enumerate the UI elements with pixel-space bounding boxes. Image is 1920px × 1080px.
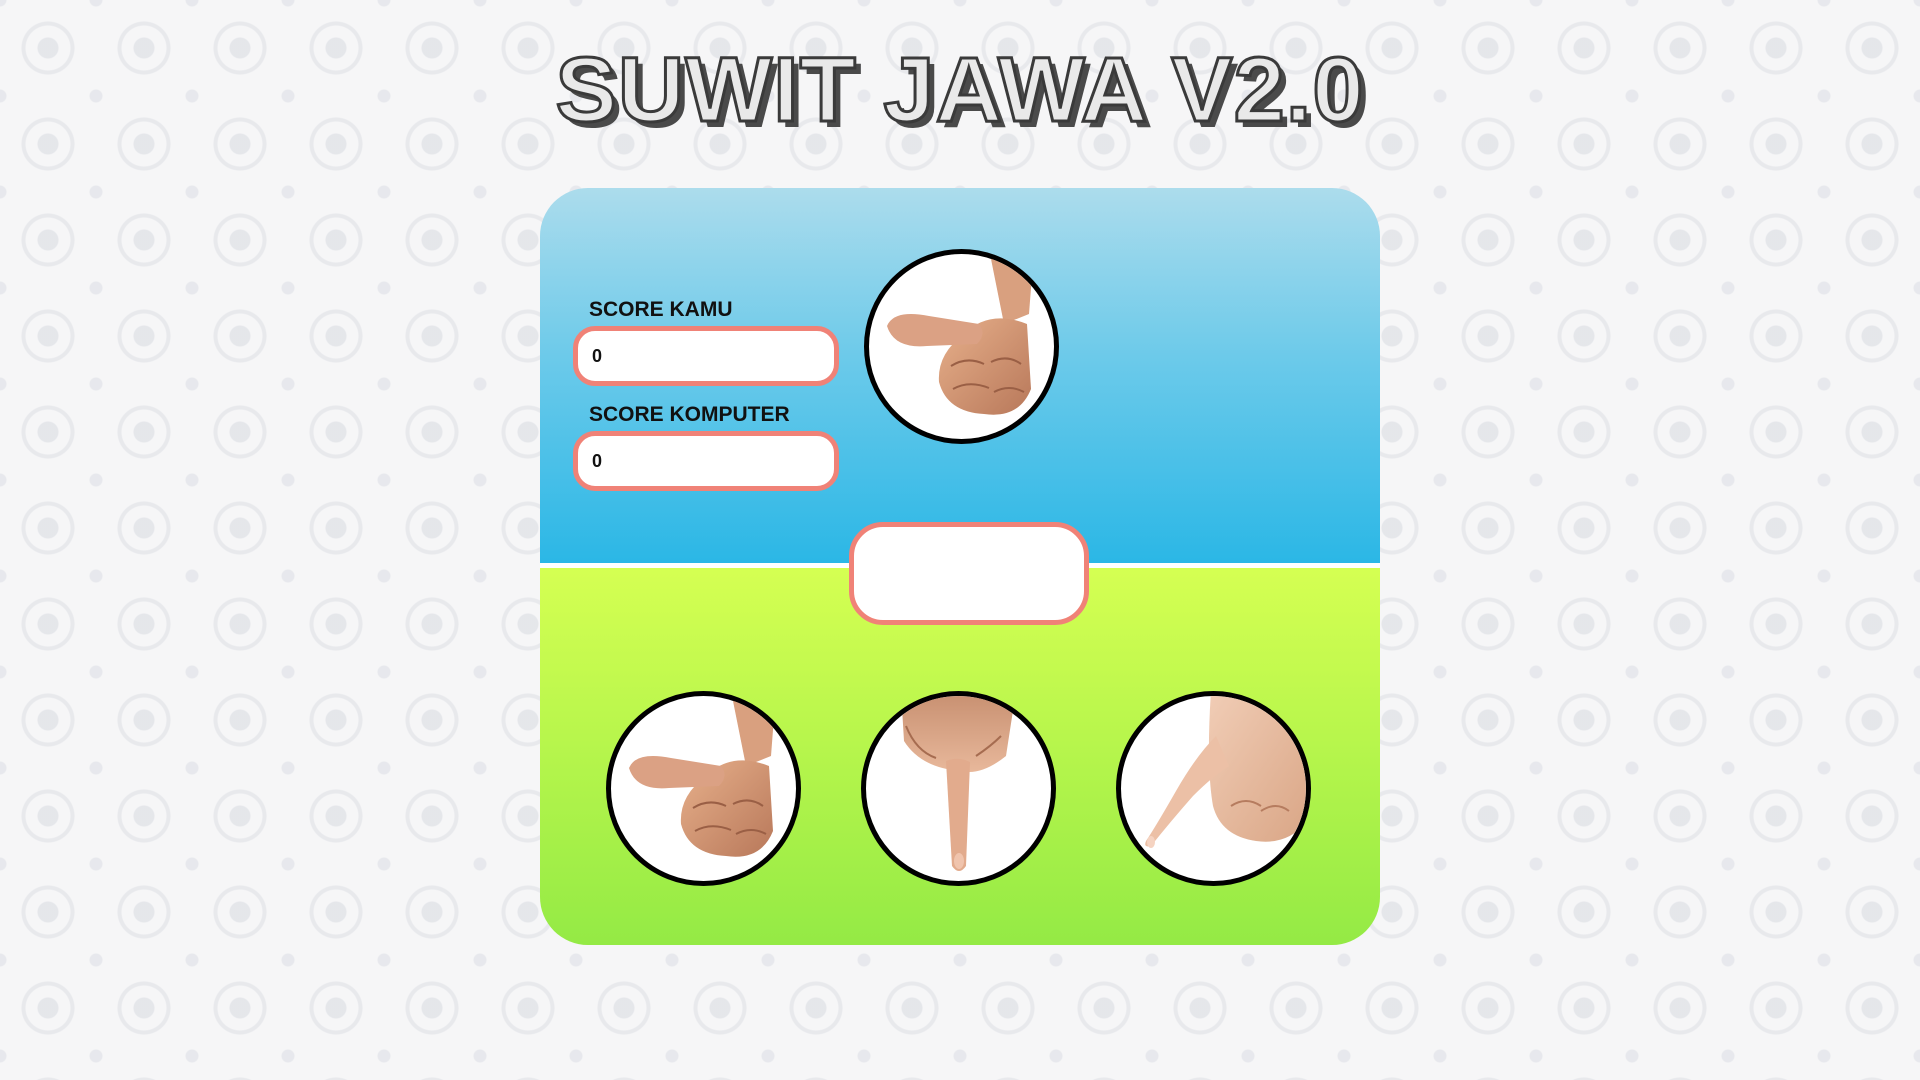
index-finger-hand-icon — [901, 696, 1016, 871]
pinky-finger-hand-icon — [1145, 696, 1306, 848]
player-score-field: 0 — [573, 326, 839, 386]
player-choice-index-button[interactable] — [861, 691, 1056, 886]
game-title: SUWIT JAWA V2.0 — [554, 39, 1365, 142]
player-score-label: SCORE KAMU — [589, 298, 733, 321]
result-display — [849, 522, 1089, 625]
computer-score-label: SCORE KOMPUTER — [589, 403, 790, 426]
player-choice-thumb-button[interactable] — [606, 691, 801, 886]
thumb-hand-icon — [629, 696, 776, 857]
computer-choice-thumb-icon — [864, 249, 1059, 444]
player-choice-pinky-button[interactable] — [1116, 691, 1311, 886]
computer-score-field: 0 — [573, 431, 839, 491]
